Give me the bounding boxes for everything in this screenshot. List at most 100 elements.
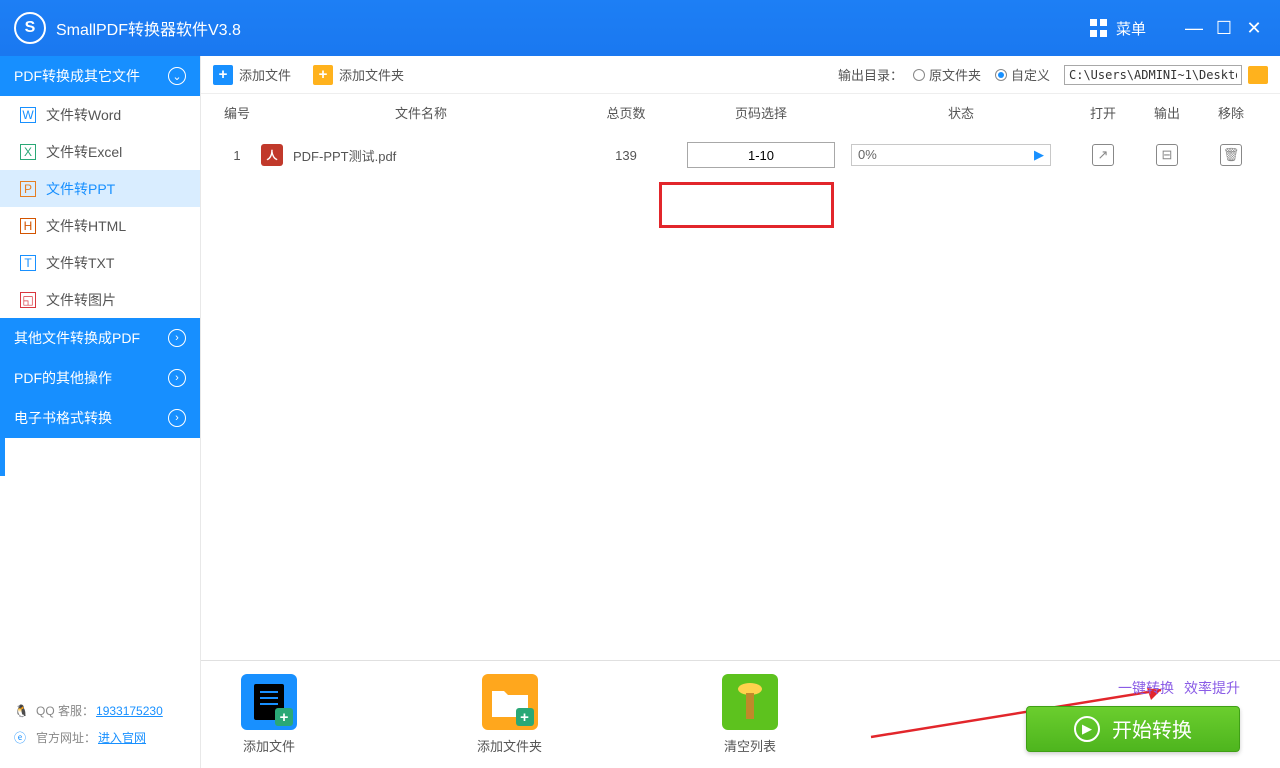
html-icon: H (20, 218, 36, 234)
add-folder-label: 添加文件夹 (339, 65, 404, 84)
header-range: 页码选择 (671, 103, 851, 122)
sidebar-item-to-ppt[interactable]: P 文件转PPT (0, 170, 200, 207)
row-status-cell: 0% ▶ (851, 144, 1071, 166)
sidebar-item-to-image[interactable]: ◱ 文件转图片 (0, 281, 200, 318)
output-dir-label: 输出目录： (838, 65, 903, 84)
header-num: 编号 (213, 103, 261, 122)
globe-icon: ⓔ (14, 729, 30, 746)
output-folder-icon[interactable]: ⊟ (1156, 144, 1178, 166)
bottom-add-file-label: 添加文件 (243, 736, 295, 755)
header-status: 状态 (851, 103, 1071, 122)
sidebar-item-label: 文件转TXT (46, 253, 114, 273)
clear-list-big-icon (722, 674, 778, 730)
add-file-big-icon: + (241, 674, 297, 730)
start-button-label: 开始转换 (1112, 714, 1192, 743)
toolbar: + 添加文件 + 添加文件夹 输出目录： 原文件夹 自定义 (201, 56, 1280, 94)
radio-original-folder[interactable]: 原文件夹 (913, 65, 981, 84)
close-button[interactable]: ✕ (1242, 16, 1266, 40)
sidebar-category-ebook[interactable]: 电子书格式转换 › (0, 398, 200, 438)
plus-icon: + (313, 65, 333, 85)
row-page-range-cell (671, 142, 851, 168)
bottom-bar: + 添加文件 + 添加文件夹 清空列表 一键转换效率提升 (201, 660, 1280, 768)
minimize-button[interactable]: — (1182, 16, 1206, 40)
ppt-icon: P (20, 181, 36, 197)
sidebar-item-label: 文件转图片 (46, 290, 116, 310)
sidebar-item-label: 文件转Word (46, 105, 121, 125)
browse-folder-icon[interactable] (1248, 66, 1268, 84)
sidebar-category-pdf-to-other[interactable]: PDF转换成其它文件 ⌄ (0, 56, 200, 96)
row-filename-cell: 人 PDF-PPT测试.pdf (261, 144, 581, 166)
menu-button[interactable]: 菜单 (1116, 18, 1146, 39)
row-num: 1 (213, 148, 261, 163)
sidebar-item-to-txt[interactable]: T 文件转TXT (0, 244, 200, 281)
official-site-link[interactable]: 进入官网 (98, 729, 146, 746)
add-folder-button[interactable]: + 添加文件夹 (313, 65, 404, 85)
header-name: 文件名称 (261, 103, 581, 122)
main-panel: + 添加文件 + 添加文件夹 输出目录： 原文件夹 自定义 编号 文件名称 总页… (201, 56, 1280, 768)
radio-icon (913, 69, 925, 81)
qq-label: QQ 客服： (36, 702, 94, 719)
sidebar-category-label: 其他文件转换成PDF (14, 328, 140, 348)
bottom-add-folder-label: 添加文件夹 (477, 736, 542, 755)
chevron-right-icon: › (168, 369, 186, 387)
page-range-input[interactable] (687, 142, 835, 168)
sidebar-item-label: 文件转PPT (46, 179, 115, 199)
bottom-clear-list-label: 清空列表 (724, 736, 776, 755)
row-total-pages: 139 (581, 148, 671, 163)
sidebar-footer: 🐧 QQ 客服： 1933175230 ⓔ 官方网址： 进入官网 (0, 690, 200, 768)
slogan: 一键转换效率提升 (1118, 678, 1240, 698)
chevron-right-icon: › (168, 329, 186, 347)
sidebar-item-to-excel[interactable]: X 文件转Excel (0, 133, 200, 170)
bottom-clear-list-button[interactable]: 清空列表 (722, 674, 778, 755)
image-icon: ◱ (20, 292, 36, 308)
remove-row-icon[interactable]: 🗑 (1220, 144, 1242, 166)
header-open: 打开 (1071, 103, 1135, 122)
add-folder-big-icon: + (482, 674, 538, 730)
plus-icon: + (213, 65, 233, 85)
menu-grid-icon[interactable] (1090, 19, 1108, 37)
header-remove: 移除 (1199, 103, 1263, 122)
word-icon: W (20, 107, 36, 123)
radio-label: 原文件夹 (929, 65, 981, 84)
start-convert-button[interactable]: ▶ 开始转换 (1026, 706, 1240, 752)
sidebar-item-label: 文件转Excel (46, 142, 122, 162)
excel-icon: X (20, 144, 36, 160)
sidebar-category-pdf-other-ops[interactable]: PDF的其他操作 › (0, 358, 200, 398)
sidebar-category-label: PDF的其他操作 (14, 368, 112, 388)
radio-label: 自定义 (1011, 65, 1050, 84)
sidebar: PDF转换成其它文件 ⌄ W文件转Word X文件转Excel P文件转PPT … (0, 56, 201, 768)
sidebar-item-to-html[interactable]: H文件转HTML (0, 207, 200, 244)
header-output: 输出 (1135, 103, 1199, 122)
sidebar-category-other-to-pdf[interactable]: 其他文件转换成PDF › (0, 318, 200, 358)
chevron-down-icon: ⌄ (168, 67, 186, 85)
active-indicator (0, 438, 5, 476)
logo-letter: S (25, 19, 36, 37)
app-logo-icon: S (14, 12, 46, 44)
radio-custom-folder[interactable]: 自定义 (995, 65, 1050, 84)
table-row: 1 人 PDF-PPT测试.pdf 139 0% ▶ ↗ ⊟ 🗑 (201, 130, 1280, 180)
qq-number-link[interactable]: 1933175230 (96, 704, 163, 718)
add-file-button[interactable]: + 添加文件 (213, 65, 291, 85)
bottom-add-file-button[interactable]: + 添加文件 (241, 674, 297, 755)
sidebar-item-to-word[interactable]: W 文件转Word (0, 96, 200, 133)
titlebar: S SmallPDF转换器软件V3.8 菜单 — ☐ ✕ (0, 0, 1280, 56)
progress-bar: 0% ▶ (851, 144, 1051, 166)
maximize-button[interactable]: ☐ (1212, 16, 1236, 40)
grid-header: 编号 文件名称 总页数 页码选择 状态 打开 输出 移除 (201, 94, 1280, 130)
txt-icon: T (20, 255, 36, 271)
output-path-input[interactable] (1064, 65, 1242, 85)
qq-icon: 🐧 (14, 704, 30, 718)
bottom-add-folder-button[interactable]: + 添加文件夹 (477, 674, 542, 755)
open-file-icon[interactable]: ↗ (1092, 144, 1114, 166)
add-file-label: 添加文件 (239, 65, 291, 84)
sidebar-category-label: 电子书格式转换 (14, 408, 112, 428)
pdf-icon: 人 (261, 144, 283, 166)
header-pages: 总页数 (581, 103, 671, 122)
site-label: 官方网址： (36, 729, 96, 746)
sidebar-category-label: PDF转换成其它文件 (14, 66, 140, 86)
highlight-annotation (659, 182, 834, 228)
chevron-right-icon: › (168, 409, 186, 427)
play-icon: ▶ (1074, 716, 1100, 742)
row-filename: PDF-PPT测试.pdf (293, 146, 396, 165)
row-start-icon[interactable]: ▶ (1028, 144, 1050, 166)
